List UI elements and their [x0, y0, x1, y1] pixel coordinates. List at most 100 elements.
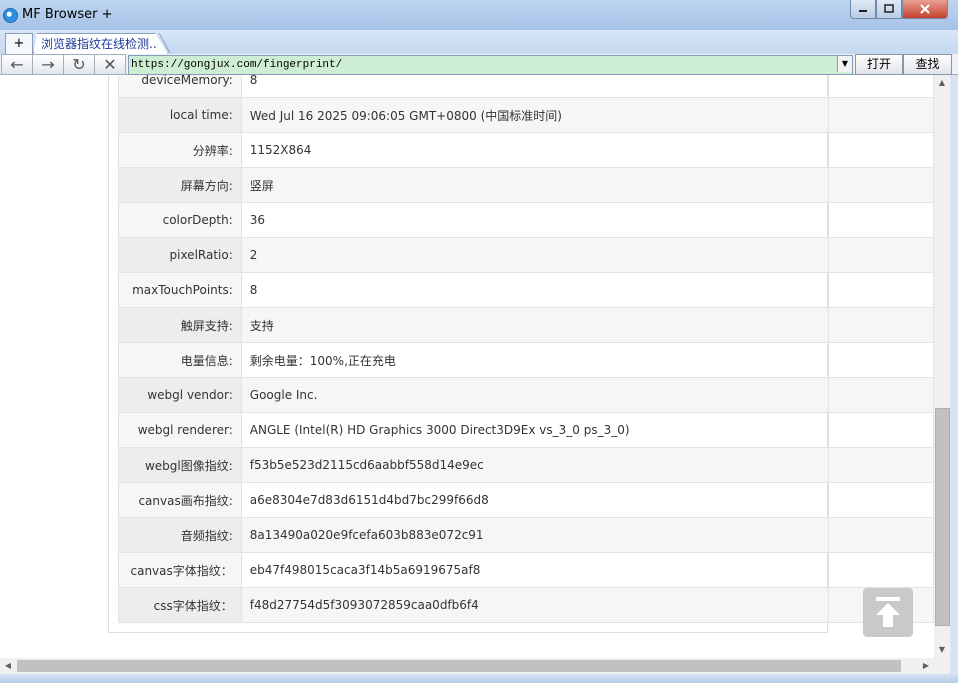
horizontal-scroll-thumb[interactable] [17, 660, 901, 672]
row-label: canvas画布指纹: [118, 482, 242, 518]
table-row: webgl vendor: Google Inc. [118, 377, 934, 413]
url-input[interactable] [129, 57, 831, 73]
row-extra-cell [827, 167, 934, 203]
back-to-top-button[interactable] [863, 588, 913, 637]
vertical-scrollbar[interactable]: ▲ ▼ [934, 75, 950, 658]
row-extra-cell [827, 272, 934, 308]
table-row: colorDepth: 36 [118, 202, 934, 238]
row-value: f53b5e523d2115cd6aabbf558d14e9ec [240, 447, 829, 483]
row-extra-cell [827, 97, 934, 133]
table-row: 音频指纹: 8a13490a020e9fcefa603b883e072c91 [118, 517, 934, 553]
scroll-up-icon[interactable]: ▲ [934, 75, 950, 91]
maximize-icon [884, 4, 894, 13]
row-extra-cell [827, 307, 934, 343]
row-label: deviceMemory: [118, 75, 242, 98]
row-value: 8 [240, 272, 829, 308]
table-row: maxTouchPoints: 8 [118, 272, 934, 308]
row-extra-cell [827, 377, 934, 413]
window-border-right [950, 75, 958, 683]
maximize-button[interactable] [876, 0, 902, 19]
forward-button[interactable]: → [32, 54, 64, 75]
row-label: webgl renderer: [118, 412, 242, 448]
page-viewport: deviceMemory: 8 local time: Wed Jul 16 2025… [0, 75, 934, 658]
horizontal-scrollbar[interactable]: ◀ ▶ [0, 658, 934, 674]
new-tab-button[interactable]: + [5, 33, 33, 54]
open-button[interactable]: 打开 [855, 54, 903, 75]
minimize-icon [859, 10, 867, 12]
row-value: ANGLE (Intel(R) HD Graphics 3000 Direct3… [240, 412, 829, 448]
row-value: Google Inc. [240, 377, 829, 413]
row-extra-cell [827, 552, 934, 588]
reload-icon: ↻ [72, 55, 86, 74]
window-border-bottom [0, 674, 958, 683]
scroll-right-icon[interactable]: ▶ [918, 658, 934, 674]
address-bar: ▼ [128, 55, 853, 75]
table-row: css字体指纹： f48d27754d5f3093072859caa0dfb6f4 [118, 587, 934, 623]
address-dropdown-button[interactable]: ▼ [837, 56, 852, 72]
row-label: colorDepth: [118, 202, 242, 238]
close-window-button[interactable] [902, 0, 948, 19]
table-row: webgl图像指纹: f53b5e523d2115cd6aabbf558d14e9… [118, 447, 934, 483]
row-label: pixelRatio: [118, 237, 242, 273]
row-value: Wed Jul 16 2025 09:06:05 GMT+0800 (中国标准时… [240, 97, 829, 133]
table-row: canvas画布指纹: a6e8304e7d83d6151d4bd7bc299f6… [118, 482, 934, 518]
table-row: pixelRatio: 2 [118, 237, 934, 273]
row-extra-cell [827, 202, 934, 238]
row-extra-cell [827, 412, 934, 448]
window-controls [850, 0, 948, 19]
row-label: 屏幕方向: [118, 167, 242, 203]
row-label: 电量信息: [118, 342, 242, 378]
vertical-scroll-thumb[interactable] [935, 408, 950, 626]
row-extra-cell [827, 132, 934, 168]
minimize-button[interactable] [850, 0, 876, 19]
table-row: canvas字体指纹： eb47f498015caca3f14b5a6919675… [118, 552, 934, 588]
fingerprint-table: deviceMemory: 8 local time: Wed Jul 16 2025… [118, 75, 934, 623]
stop-icon: ✕ [103, 55, 117, 74]
scroll-down-icon[interactable]: ▼ [934, 642, 950, 658]
row-value: 支持 [240, 307, 829, 343]
tab-edge [159, 33, 171, 54]
row-extra-cell [827, 517, 934, 553]
close-icon [920, 4, 930, 14]
row-label: 分辨率: [118, 132, 242, 168]
arrow-up-to-top-icon [876, 597, 900, 627]
row-label: css字体指纹： [118, 587, 242, 623]
table-row: 分辨率: 1152X864 [118, 132, 934, 168]
row-label: 音频指纹: [118, 517, 242, 553]
row-label: canvas字体指纹： [118, 552, 242, 588]
row-extra-cell [827, 237, 934, 273]
navigation-bar: ← → ↻ ✕ ▼ 打开 查找 [0, 54, 958, 75]
row-label: 触屏支持: [118, 307, 242, 343]
tab-active[interactable]: 浏览器指纹在线检测.. [33, 33, 168, 54]
table-row: webgl renderer: ANGLE (Intel(R) HD Graphi… [118, 412, 934, 448]
stop-button[interactable]: ✕ [94, 54, 126, 75]
row-extra-cell [827, 482, 934, 518]
row-label: webgl图像指纹: [118, 447, 242, 483]
row-value: 36 [240, 202, 829, 238]
row-value: 8 [240, 75, 829, 98]
row-value: 剩余电量：100%,正在充电 [240, 342, 829, 378]
browser-logo-icon [3, 8, 18, 23]
row-label: maxTouchPoints: [118, 272, 242, 308]
forward-arrow-icon: → [41, 55, 55, 74]
find-button[interactable]: 查找 [903, 54, 952, 75]
back-button[interactable]: ← [1, 54, 33, 75]
row-value: f48d27754d5f3093072859caa0dfb6f4 [240, 587, 829, 623]
row-extra-cell [827, 447, 934, 483]
row-value: 8a13490a020e9fcefa603b883e072c91 [240, 517, 829, 553]
reload-button[interactable]: ↻ [63, 54, 95, 75]
row-value: 2 [240, 237, 829, 273]
table-row: 屏幕方向: 竖屏 [118, 167, 934, 203]
row-value: eb47f498015caca3f14b5a6919675af8 [240, 552, 829, 588]
tab-bar: + 浏览器指纹在线检测.. [0, 30, 958, 54]
row-extra-cell [827, 342, 934, 378]
title-bar: MF Browser + [0, 0, 958, 31]
back-arrow-icon: ← [10, 55, 24, 74]
window-title: MF Browser + [22, 7, 113, 22]
row-value: a6e8304e7d83d6151d4bd7bc299f66d8 [240, 482, 829, 518]
row-value: 1152X864 [240, 132, 829, 168]
table-row: local time: Wed Jul 16 2025 09:06:05 GMT+… [118, 97, 934, 133]
row-extra-cell [827, 75, 934, 98]
scroll-left-icon[interactable]: ◀ [0, 658, 16, 674]
row-value: 竖屏 [240, 167, 829, 203]
